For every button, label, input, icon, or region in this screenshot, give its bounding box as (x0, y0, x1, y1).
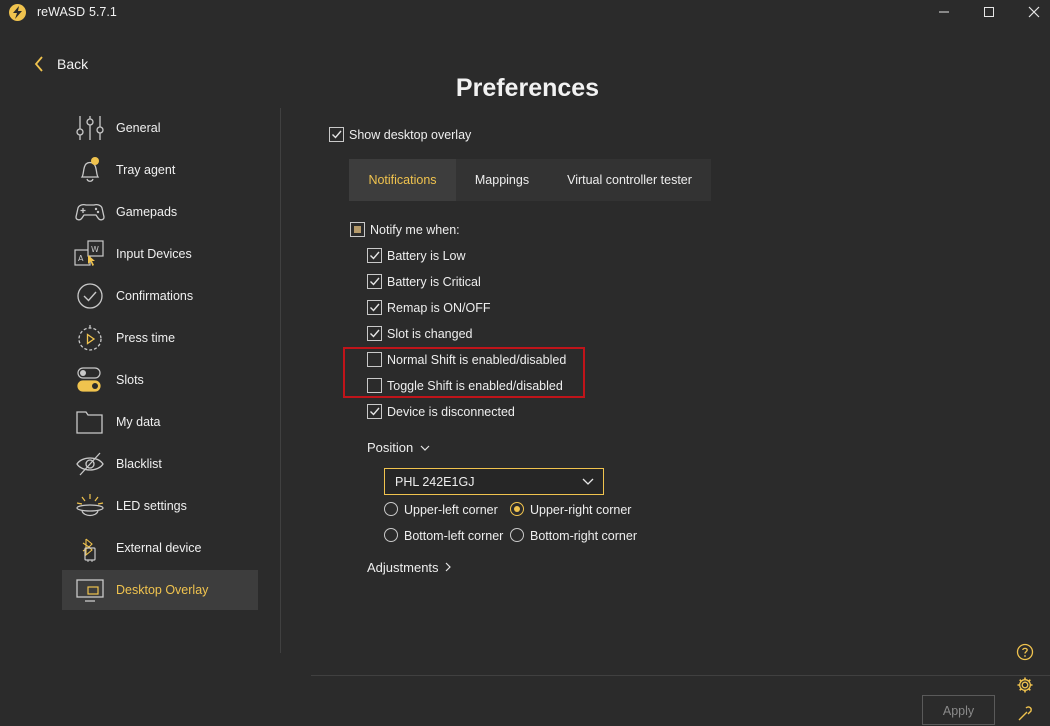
bottom-left-corner-label: Bottom-left corner (404, 529, 504, 543)
sidebar-item-blacklist[interactable]: Blacklist (62, 444, 258, 484)
sidebar-item-label: Tray agent (116, 163, 176, 177)
sidebar-item-input-devices[interactable]: A W Input Devices (62, 234, 258, 274)
back-button[interactable]: Back (30, 53, 100, 75)
adjustments-label: Adjustments (367, 560, 439, 575)
chevron-down-icon (420, 445, 430, 451)
battery-critical-label: Battery is Critical (387, 275, 481, 289)
bottom-right-corner-label: Bottom-right corner (530, 529, 637, 543)
sidebar-item-gamepads[interactable]: Gamepads (62, 192, 258, 232)
monitor-icon (76, 579, 104, 602)
sidebar-item-label: Desktop Overlay (116, 583, 209, 597)
led-icon (76, 494, 104, 517)
chevron-down-icon (582, 478, 594, 485)
check-circle-icon (77, 283, 103, 309)
sidebar-item-label: Confirmations (116, 289, 194, 303)
tab-notifications[interactable]: Notifications (349, 159, 456, 201)
battery-low-label: Battery is Low (387, 249, 466, 263)
upper-left-corner-radio[interactable] (384, 502, 398, 516)
folder-icon (76, 411, 103, 434)
adjustments-toggle[interactable]: Adjustments (367, 560, 452, 575)
sidebar-item-label: Slots (116, 373, 144, 387)
svg-text:W: W (91, 245, 99, 254)
minimize-button[interactable] (921, 0, 967, 24)
gear-icon[interactable] (1016, 676, 1034, 694)
sidebar-item-label: Press time (116, 331, 176, 345)
show-desktop-overlay-checkbox[interactable] (329, 127, 344, 142)
sidebar-item-label: LED settings (116, 499, 187, 513)
toggles-icon (77, 367, 101, 392)
check-icon (370, 277, 380, 286)
position-toggle[interactable]: Position (367, 440, 430, 455)
rewasd-logo-icon (9, 4, 26, 21)
sidebar-item-label: Gamepads (116, 205, 178, 219)
svg-text:A: A (78, 254, 84, 263)
help-icon[interactable] (1016, 643, 1034, 661)
check-icon (370, 303, 380, 312)
chevron-right-icon (445, 562, 452, 572)
battery-low-checkbox[interactable] (367, 248, 382, 263)
sidebar-item-led-settings[interactable]: LED settings (62, 486, 258, 526)
show-desktop-overlay-label: Show desktop overlay (349, 128, 472, 142)
input-devices-icon: A W (74, 240, 104, 266)
check-icon (370, 251, 380, 260)
upper-right-corner-radio[interactable] (510, 502, 524, 516)
page-title: Preferences (455, 74, 600, 102)
sidebar-item-label: Blacklist (116, 457, 162, 471)
apply-button[interactable]: Apply (922, 695, 995, 725)
sidebar-item-tray-agent[interactable]: Tray agent (62, 150, 258, 190)
title-bar: reWASD 5.7.1 (0, 0, 1050, 24)
position-label: Position (367, 440, 414, 455)
highlight-annotation-box (343, 347, 585, 398)
upper-right-corner-label: Upper-right corner (530, 503, 632, 517)
maximize-button[interactable] (966, 0, 1012, 24)
bluetooth-usb-icon (82, 538, 96, 562)
sidebar-item-press-time[interactable]: Press time (62, 318, 258, 358)
monitor-select-value: PHL 242E1GJ (395, 475, 475, 489)
sliders-icon (76, 116, 104, 140)
sidebar-item-label: My data (116, 415, 161, 429)
check-icon (370, 329, 380, 338)
bottom-divider (311, 675, 1050, 676)
bottom-right-corner-radio[interactable] (510, 528, 524, 542)
sidebar-divider (280, 108, 281, 653)
eye-off-icon (76, 452, 104, 476)
sidebar-item-label: Input Devices (116, 247, 192, 261)
sidebar-item-slots[interactable]: Slots (62, 360, 258, 400)
sidebar-item-external-device[interactable]: External device (62, 528, 258, 568)
bottom-left-corner-radio[interactable] (384, 528, 398, 542)
stopwatch-icon (78, 325, 102, 351)
notify-me-when-checkbox[interactable] (350, 222, 365, 237)
sidebar-item-label: General (116, 121, 161, 135)
sidebar-item-general[interactable]: General (62, 108, 258, 148)
slot-changed-label: Slot is changed (387, 327, 473, 341)
sidebar-item-label: External device (116, 541, 202, 555)
bell-icon (80, 157, 100, 182)
remap-on-off-label: Remap is ON/OFF (387, 301, 491, 315)
back-label: Back (57, 56, 89, 72)
check-icon (332, 130, 342, 139)
sidebar-item-confirmations[interactable]: Confirmations (62, 276, 258, 316)
battery-critical-checkbox[interactable] (367, 274, 382, 289)
close-button[interactable] (1011, 0, 1050, 24)
notify-me-when-label: Notify me when: (370, 223, 460, 237)
app-version: 5.7.1 (89, 5, 117, 19)
tab-mappings[interactable]: Mappings (456, 159, 548, 201)
tools-icon[interactable] (1016, 705, 1034, 723)
app-name: reWASD (37, 5, 86, 19)
remap-on-off-checkbox[interactable] (367, 300, 382, 315)
monitor-select[interactable]: PHL 242E1GJ (384, 468, 604, 495)
check-icon (370, 407, 380, 416)
slot-changed-checkbox[interactable] (367, 326, 382, 341)
sidebar-item-desktop-overlay[interactable]: Desktop Overlay (62, 570, 258, 610)
tab-bar: Notifications Mappings Virtual controlle… (349, 159, 711, 201)
device-disconnected-checkbox[interactable] (367, 404, 382, 419)
tab-virtual-controller-tester[interactable]: Virtual controller tester (548, 159, 711, 201)
chevron-left-icon (34, 56, 43, 72)
gamepad-icon (75, 203, 105, 221)
upper-left-corner-label: Upper-left corner (404, 503, 498, 517)
device-disconnected-label: Device is disconnected (387, 405, 515, 419)
sidebar-item-my-data[interactable]: My data (62, 402, 258, 442)
